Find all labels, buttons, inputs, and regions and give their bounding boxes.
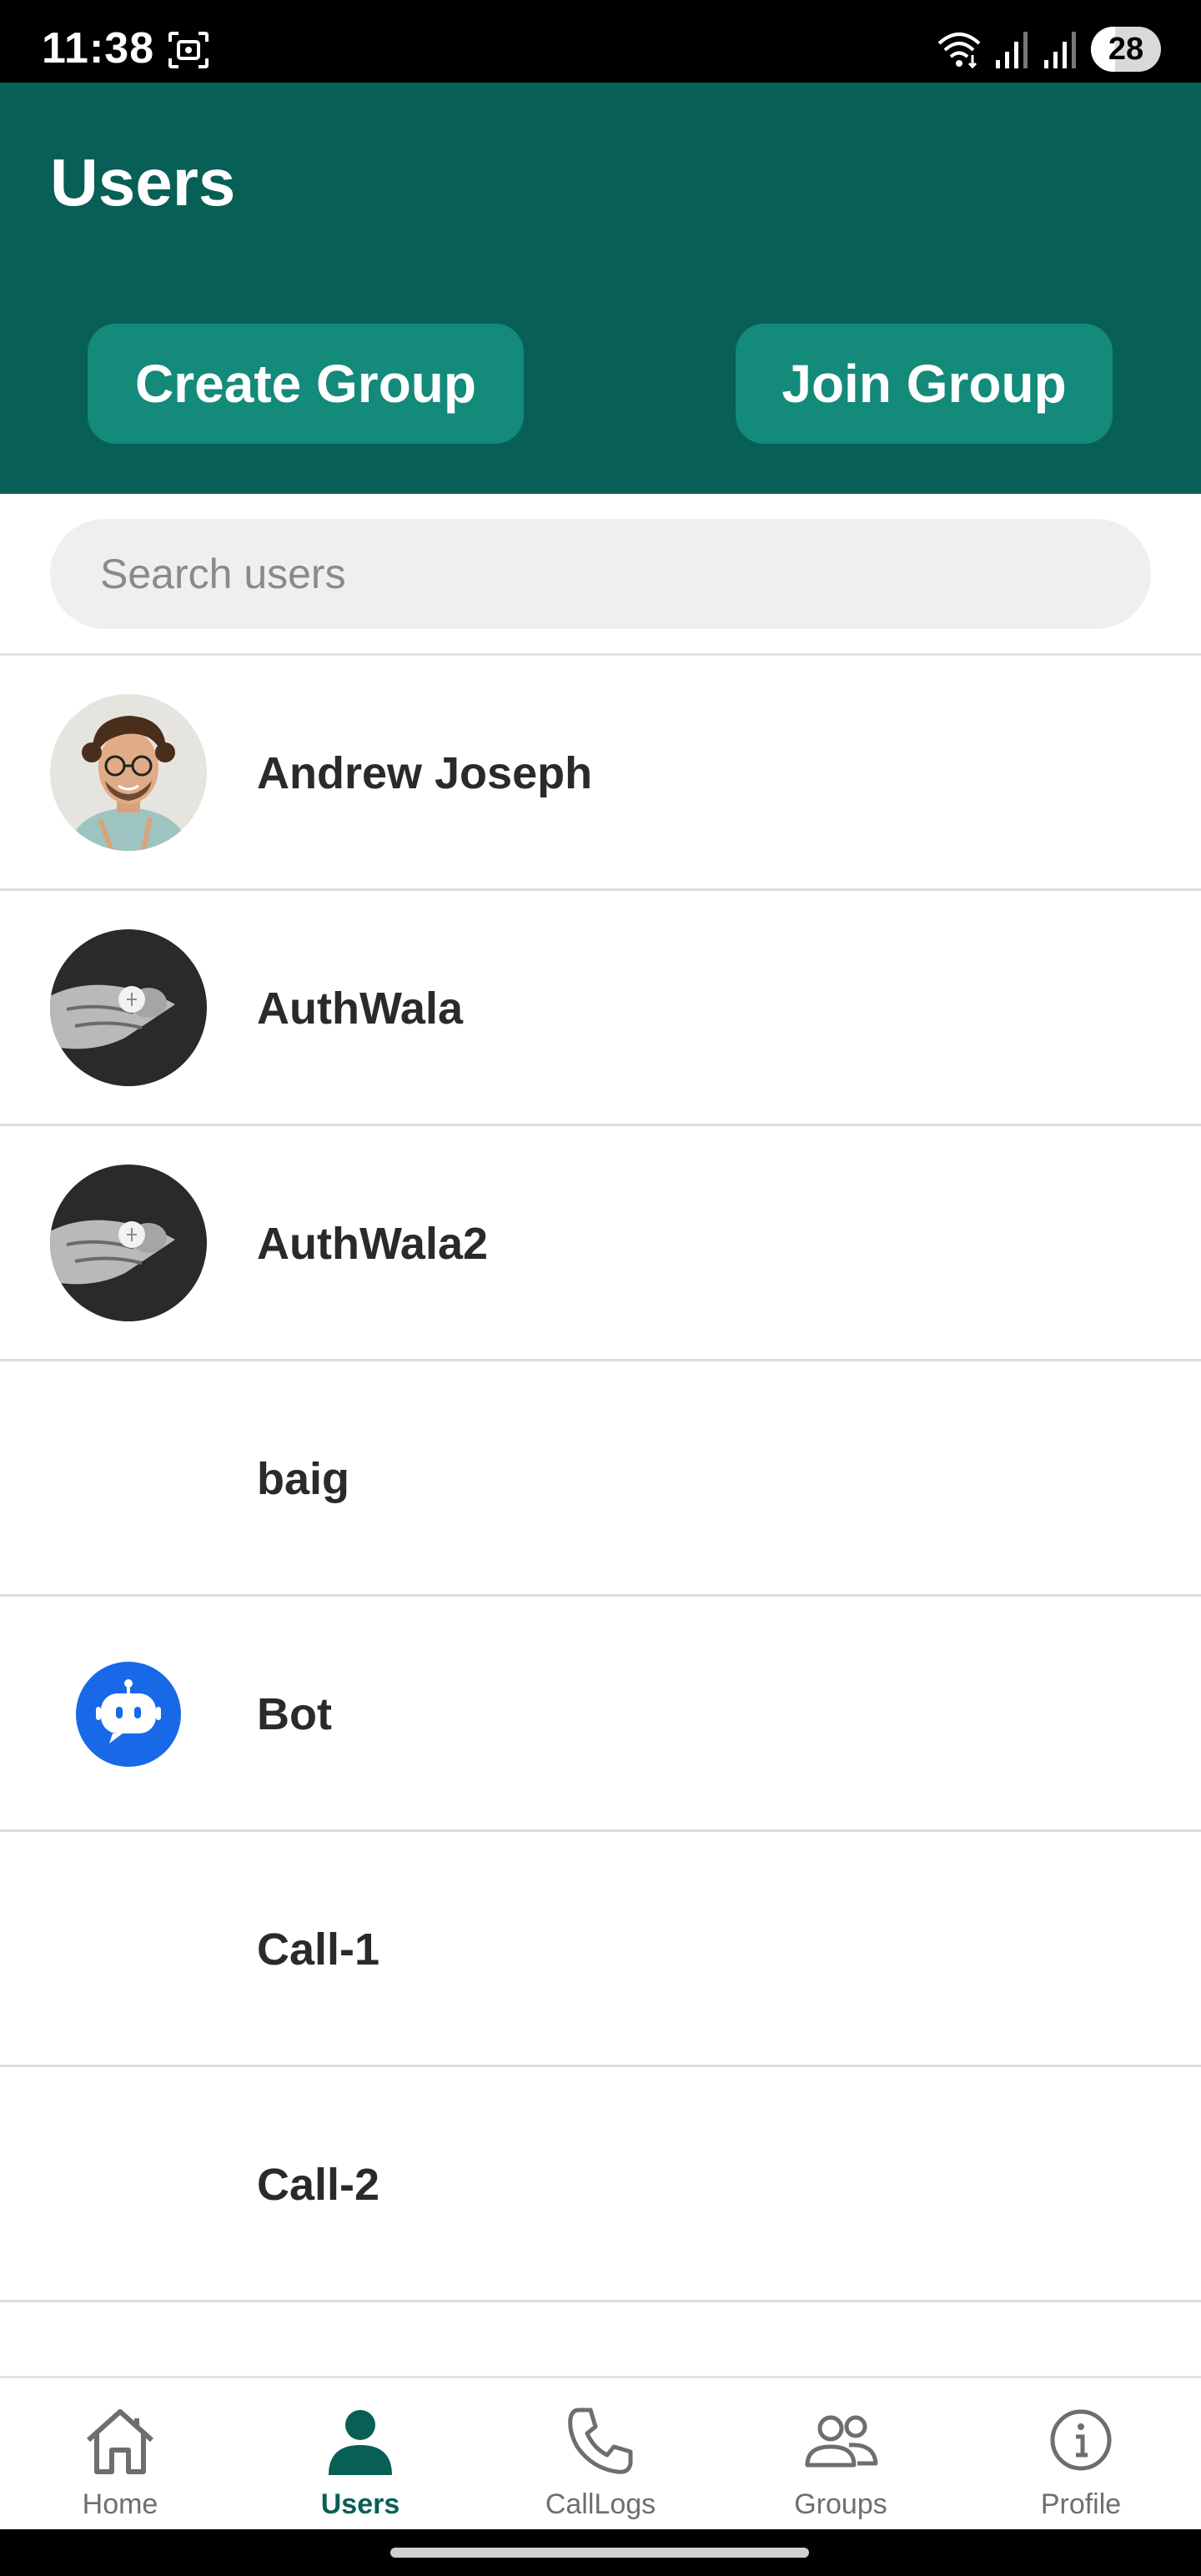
user-name: baig (257, 1454, 350, 1504)
signal-icon-2 (1044, 32, 1076, 68)
user-list: Andrew Joseph AuthWala AuthWala2 baig Bo… (0, 656, 1201, 2302)
user-row[interactable]: AuthWala2 (0, 1126, 1201, 1361)
join-group-button[interactable]: Join Group (736, 324, 1113, 444)
user-row[interactable]: Bot (0, 1597, 1201, 1832)
groups-icon (805, 2415, 878, 2468)
status-indicators: 28 (936, 25, 1161, 73)
create-group-button[interactable]: Create Group (88, 324, 524, 444)
page-title: Users (50, 145, 236, 219)
user-row[interactable]: Andrew Joseph (0, 656, 1201, 891)
nav-item-home[interactable]: Home (0, 2378, 240, 2529)
user-name: Call-2 (257, 2160, 380, 2210)
nav-item-groups[interactable]: Groups (721, 2378, 961, 2529)
screenshot-icon (168, 32, 209, 68)
user-row[interactable]: baig (0, 1361, 1201, 1597)
bottom-nav: Home Users CallLogs Groups Profile (0, 2376, 1201, 2529)
signal-icon (996, 32, 1028, 68)
nav-item-users[interactable]: Users (240, 2378, 480, 2529)
info-icon (1050, 2409, 1112, 2471)
wifi-icon (937, 33, 981, 69)
home-icon (86, 2409, 154, 2474)
nav-item-calllogs[interactable]: CallLogs (480, 2378, 721, 2529)
nav-label-calllogs: CallLogs (545, 2488, 656, 2520)
nav-item-profile[interactable]: Profile (961, 2378, 1201, 2529)
user-name: Andrew Joseph (257, 748, 593, 798)
nav-label-users: Users (320, 2488, 400, 2520)
search-area (0, 494, 1201, 656)
nav-label-home: Home (82, 2488, 158, 2520)
search-input[interactable] (50, 519, 1151, 629)
nav-label-groups: Groups (794, 2488, 887, 2520)
user-row[interactable]: Call-1 (0, 1832, 1201, 2067)
avatar (50, 929, 207, 1086)
nav-label-profile: Profile (1040, 2488, 1122, 2520)
user-name: AuthWala (257, 984, 463, 1034)
user-name: AuthWala2 (257, 1219, 489, 1269)
system-gesture-area (0, 2529, 1201, 2576)
battery-indicator: 28 (1091, 27, 1161, 72)
gesture-handle[interactable] (390, 2548, 809, 2558)
user-icon (329, 2410, 392, 2475)
app-header: Users Create Group Join Group (0, 83, 1201, 494)
user-name: Bot (257, 1689, 332, 1739)
avatar (50, 1165, 207, 1321)
robot-icon (76, 1662, 181, 1767)
user-row[interactable]: AuthWala (0, 891, 1201, 1126)
user-name: Call-1 (257, 1924, 380, 1975)
status-time: 11:38 (42, 24, 155, 73)
status-bar: 11:38 28 (0, 0, 1201, 83)
avatar (50, 694, 207, 851)
user-row[interactable]: Call-2 (0, 2067, 1201, 2302)
phone-icon (568, 2407, 633, 2474)
battery-level: 28 (1108, 31, 1144, 67)
